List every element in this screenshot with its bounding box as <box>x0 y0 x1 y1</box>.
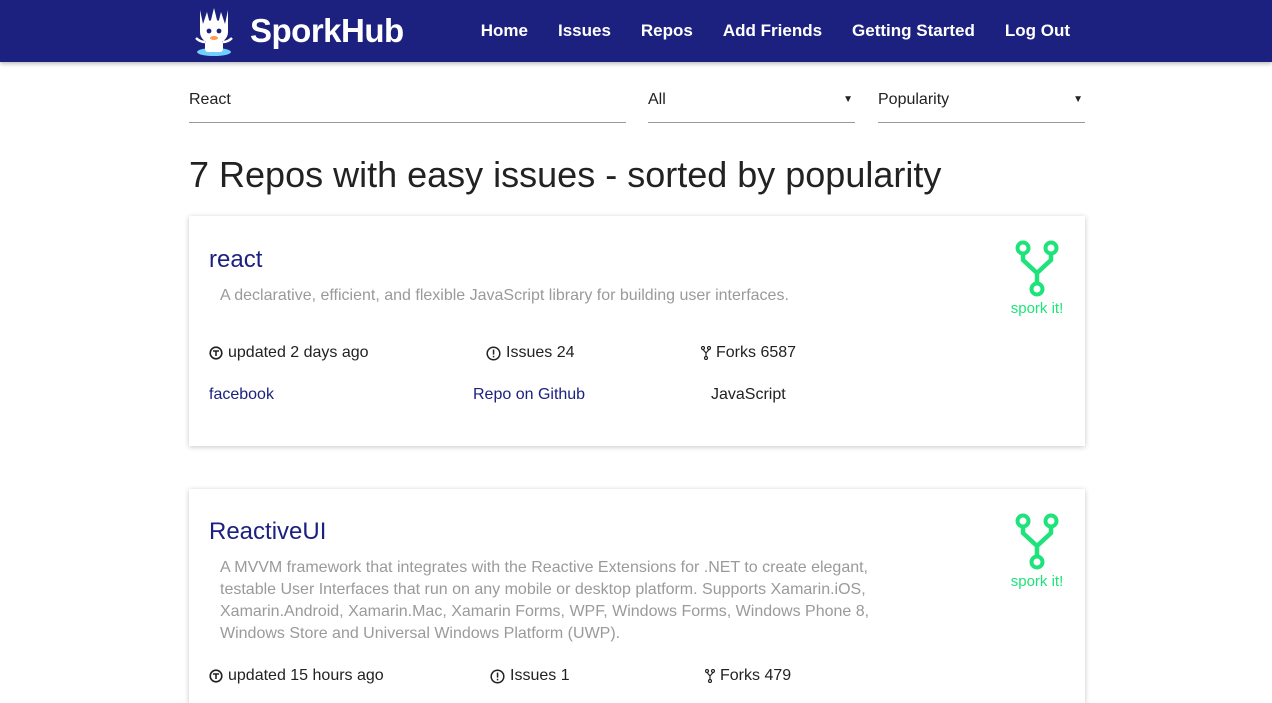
main-nav: Home Issues Repos Add Friends Getting St… <box>481 0 1070 62</box>
repo-update-icon <box>209 346 223 360</box>
fork-icon <box>705 669 715 683</box>
fork-icon <box>701 346 711 360</box>
page-title: 7 Repos with easy issues - sorted by pop… <box>189 154 942 195</box>
top-navbar: SporkHub Home Issues Repos Add Friends G… <box>0 0 1272 62</box>
nav-home[interactable]: Home <box>481 21 528 41</box>
nav-issues[interactable]: Issues <box>558 21 611 41</box>
mascot-logo-icon <box>195 8 233 56</box>
nav-add-friends[interactable]: Add Friends <box>723 21 822 41</box>
repo-github-link[interactable]: Repo on Github <box>473 386 585 404</box>
sort-select-value: Popularity <box>878 91 950 108</box>
repo-updated: updated 2 days ago <box>209 344 369 362</box>
repo-forks-text: Forks 6587 <box>716 344 797 361</box>
repo-issues-text: Issues 1 <box>510 667 570 684</box>
repo-name-link[interactable]: react <box>209 246 262 274</box>
repo-issues-text: Issues 24 <box>506 344 575 361</box>
language-select-value: All <box>648 91 666 108</box>
repo-update-icon <box>209 669 223 683</box>
repo-issues: Issues 1 <box>490 667 570 685</box>
repo-forks-text: Forks 479 <box>720 667 792 684</box>
repo-forks: Forks 479 <box>705 667 791 685</box>
repo-updated: updated 15 hours ago <box>209 667 384 685</box>
issue-icon <box>486 345 501 361</box>
repo-card: react A declarative, efficient, and flex… <box>189 216 1085 446</box>
spork-fork-icon <box>1015 240 1059 297</box>
repo-description: A declarative, efficient, and flexible J… <box>220 287 789 304</box>
search-input[interactable] <box>189 85 626 115</box>
spork-fork-icon <box>1015 513 1059 570</box>
repo-card: ReactiveUI A MVVM framework that integra… <box>189 489 1085 703</box>
spork-label: spork it! <box>1010 300 1064 317</box>
nav-repos[interactable]: Repos <box>641 21 693 41</box>
language-select[interactable]: All ▼ <box>648 85 855 123</box>
sort-select[interactable]: Popularity ▼ <box>878 85 1085 123</box>
repo-updated-text: updated 15 hours ago <box>228 667 384 684</box>
search-field <box>189 85 626 123</box>
repo-name-link[interactable]: ReactiveUI <box>209 518 326 546</box>
brand-name: SporkHub <box>250 12 404 49</box>
spork-button[interactable]: spork it! <box>1009 240 1065 317</box>
nav-log-out[interactable]: Log Out <box>1005 21 1070 41</box>
caret-down-icon: ▼ <box>1073 94 1083 105</box>
repo-updated-text: updated 2 days ago <box>228 344 369 361</box>
issue-icon <box>490 668 505 684</box>
repo-description: A MVVM framework that integrates with th… <box>220 559 870 642</box>
repo-forks: Forks 6587 <box>701 344 796 362</box>
brand-logo[interactable]: SporkHub <box>190 0 404 62</box>
nav-getting-started[interactable]: Getting Started <box>852 21 975 41</box>
caret-down-icon: ▼ <box>843 94 853 105</box>
spork-label: spork it! <box>1010 573 1064 590</box>
repo-issues: Issues 24 <box>486 344 574 362</box>
spork-button[interactable]: spork it! <box>1009 513 1065 590</box>
repo-owner-link[interactable]: facebook <box>209 386 274 404</box>
repo-language: JavaScript <box>711 386 786 403</box>
